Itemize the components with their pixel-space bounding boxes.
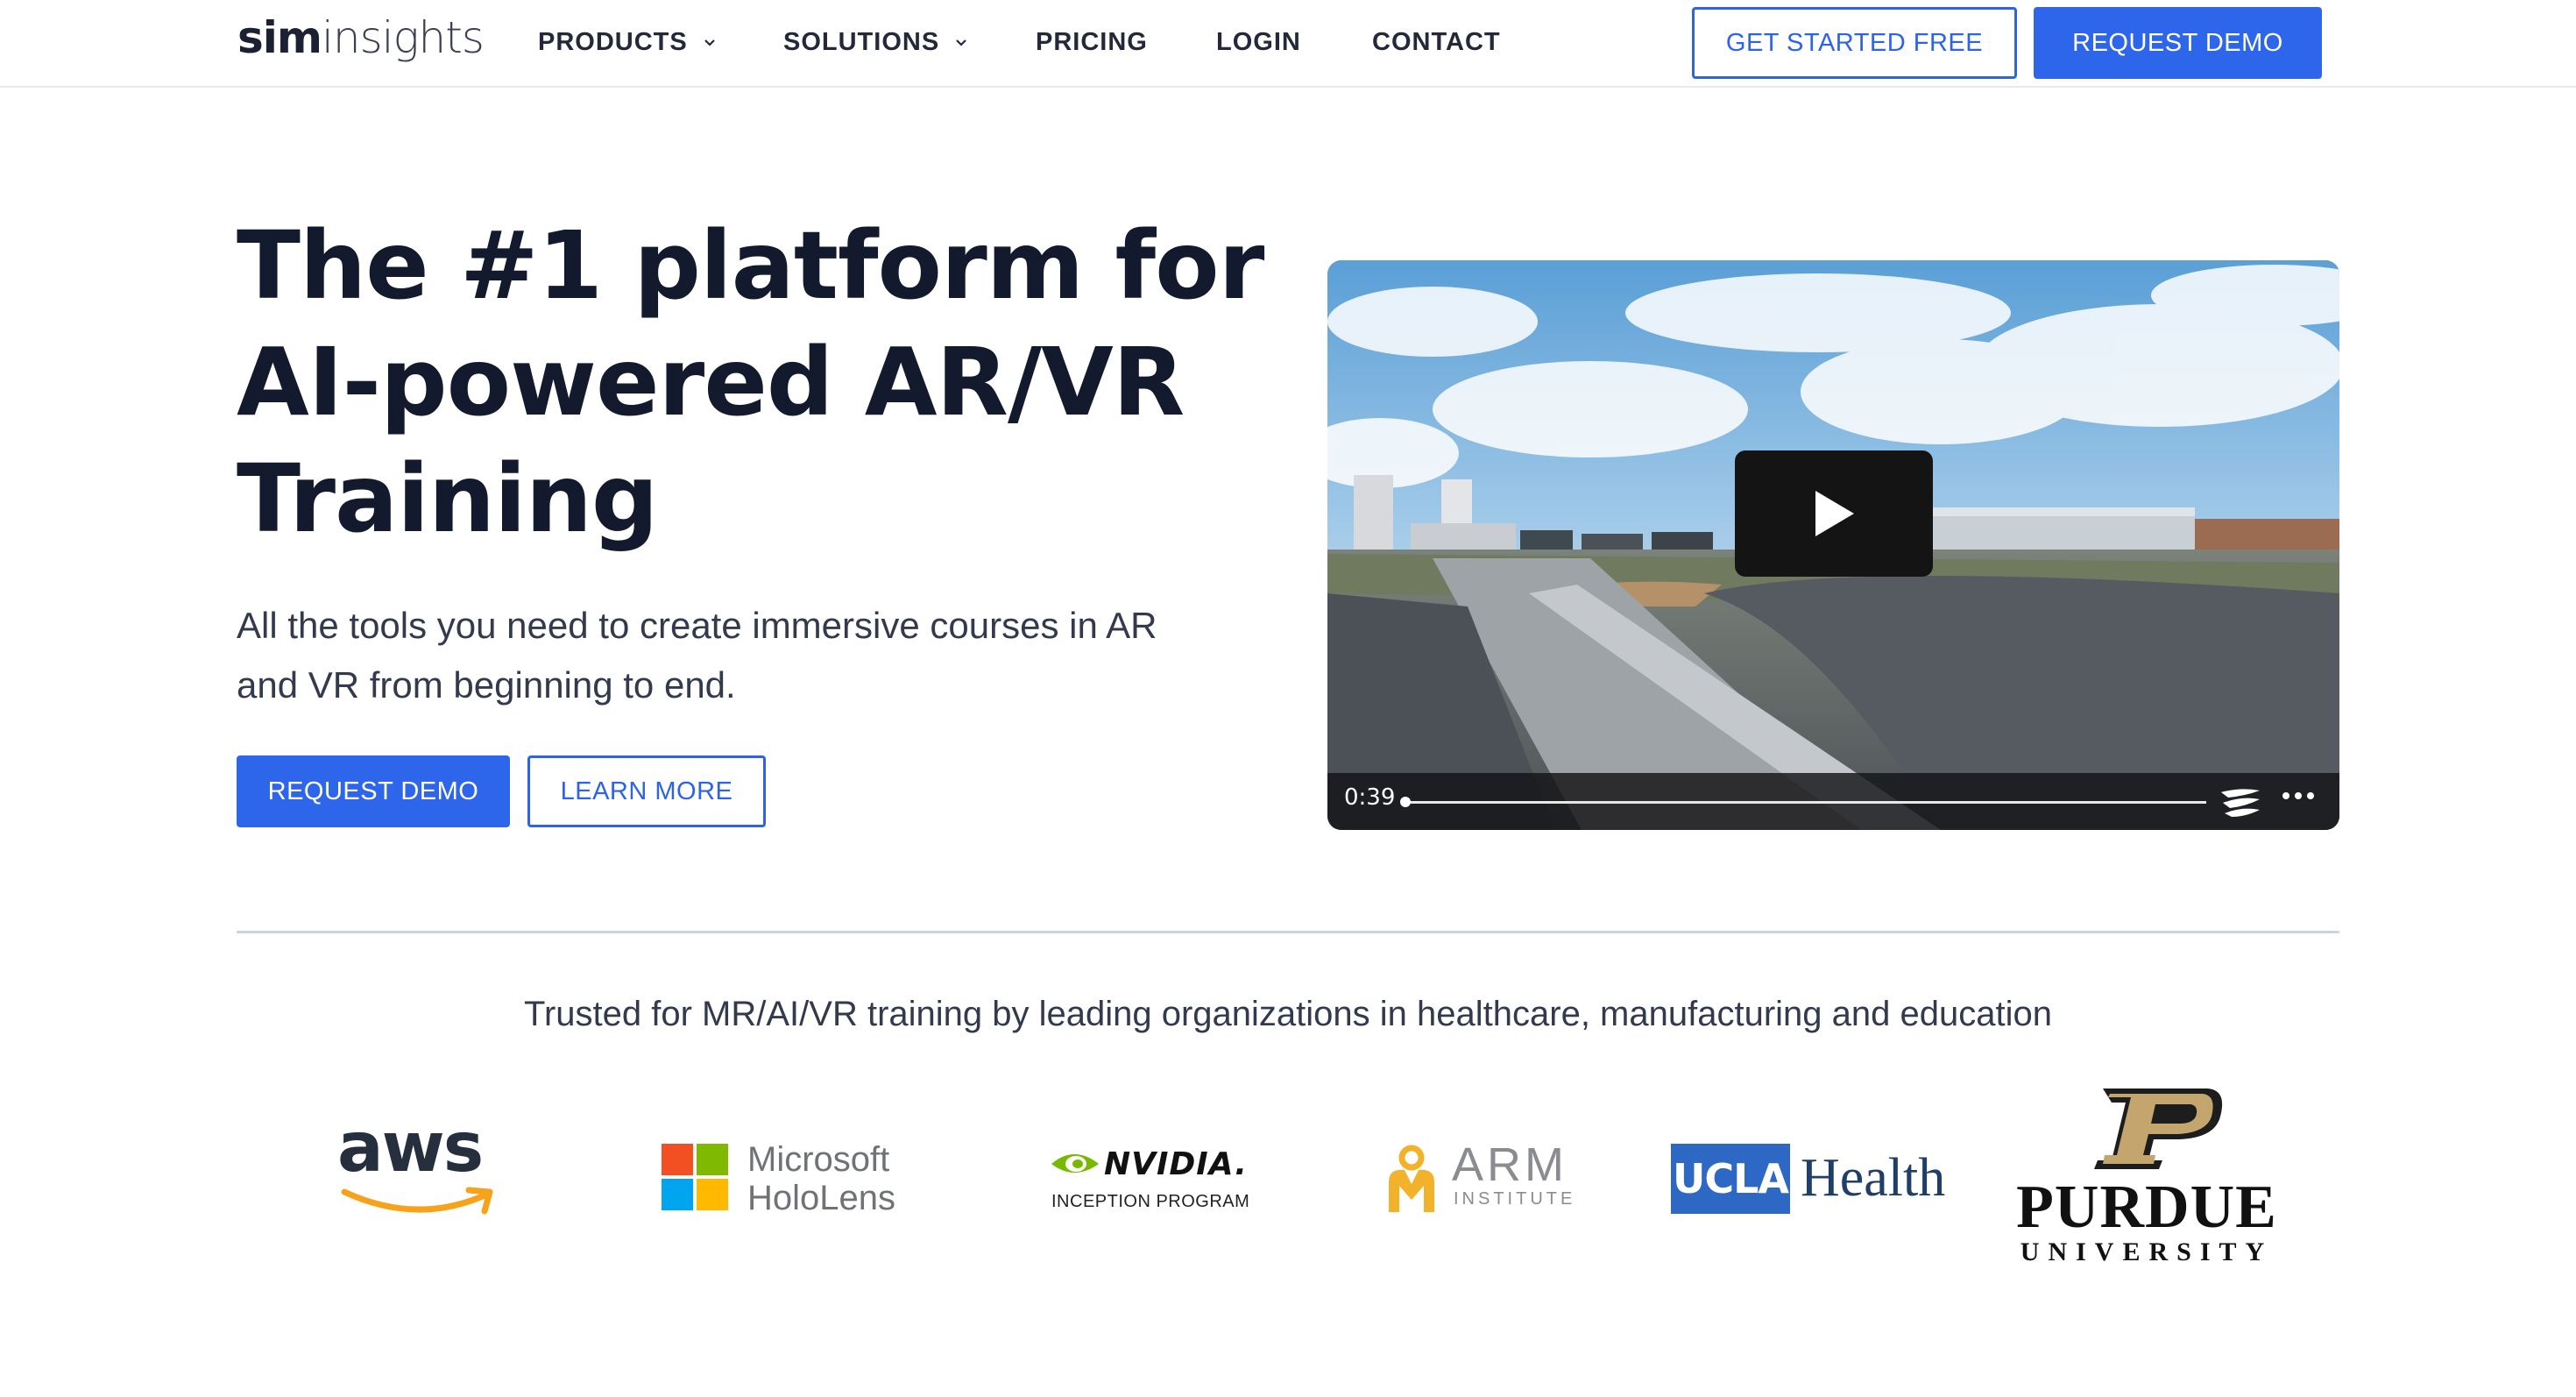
aws-smile-icon bbox=[341, 1187, 493, 1215]
learn-more-button[interactable]: LEARN MORE bbox=[527, 755, 766, 827]
microsoft-hololens-logo: Microsoft HoloLens bbox=[662, 1140, 924, 1217]
nav-products-label: PRODUCTS bbox=[538, 28, 688, 56]
health-text: Health bbox=[1801, 1148, 1946, 1208]
logo-bold-text: sim bbox=[237, 12, 322, 63]
nvidia-text: NVIDIA. bbox=[1104, 1146, 1248, 1182]
nvidia-inception-logo: NVIDIA. INCEPTION PROGRAM bbox=[1050, 1139, 1251, 1227]
chevron-down-icon bbox=[956, 39, 966, 46]
siminsights-logo[interactable]: sim insights bbox=[237, 12, 485, 74]
purdue-sub-text: UNIVERSITY bbox=[2020, 1237, 2274, 1266]
progress-track[interactable] bbox=[1401, 801, 2206, 804]
ucla-health-logo: UCLA Health bbox=[1671, 1144, 1945, 1214]
hero-subtitle-line: All the tools you need to create immersi… bbox=[237, 605, 1157, 646]
hero-title-line: Training bbox=[237, 445, 659, 554]
top-navigation: sim insights PRODUCTS SOLUTIONS PRICING L… bbox=[0, 0, 2576, 88]
microsoft-text: Microsoft bbox=[747, 1140, 890, 1179]
microsoft-squares-icon bbox=[662, 1144, 728, 1210]
arm-institute-logo: ARM INSTITUTE bbox=[1380, 1140, 1576, 1214]
logo-light-text: insights bbox=[322, 12, 485, 63]
hero-title-line: AI-powered AR/VR bbox=[237, 329, 1185, 437]
nvidia-sub-text: INCEPTION PROGRAM bbox=[1051, 1192, 1250, 1211]
video-time: 0:39 bbox=[1344, 784, 1396, 811]
arm-figure-icon bbox=[1389, 1145, 1434, 1212]
nav-solutions-label: SOLUTIONS bbox=[783, 28, 940, 56]
more-options-icon[interactable] bbox=[2282, 792, 2314, 799]
hero-subtitle-line: and VR from beginning to end. bbox=[237, 664, 736, 706]
arm-sub-text: INSTITUTE bbox=[1454, 1189, 1576, 1209]
nav-contact[interactable]: CONTACT bbox=[1372, 28, 1501, 57]
play-icon bbox=[1815, 491, 1854, 536]
nav-products[interactable]: PRODUCTS bbox=[538, 28, 716, 57]
trusted-heading: Trusted for MR/AI/VR training by leading… bbox=[524, 995, 2052, 1033]
nav-pricing[interactable]: PRICING bbox=[1036, 28, 1148, 57]
hero-title: The #1 platform for AI-powered AR/VR Tra… bbox=[237, 209, 1288, 558]
nav-request-demo-button[interactable]: REQUEST DEMO bbox=[2034, 7, 2322, 79]
video-player[interactable]: 0:39 bbox=[1327, 260, 2339, 830]
hololens-text: HoloLens bbox=[747, 1179, 896, 1217]
video-controls: 0:39 bbox=[1327, 773, 2339, 830]
ucla-text: UCLA bbox=[1671, 1144, 1790, 1214]
chevron-down-icon bbox=[704, 39, 715, 46]
purdue-university-logo: PURDUE UNIVERSITY bbox=[2006, 1083, 2287, 1267]
nav-solutions[interactable]: SOLUTIONS bbox=[783, 28, 967, 57]
get-started-free-button[interactable]: GET STARTED FREE bbox=[1692, 7, 2017, 79]
play-button[interactable] bbox=[1735, 450, 1933, 577]
section-divider bbox=[237, 931, 2339, 933]
arm-text: ARM bbox=[1452, 1138, 1568, 1191]
player-brand-icon[interactable] bbox=[2219, 785, 2261, 819]
nvidia-eye-icon bbox=[1051, 1154, 1099, 1173]
purdue-p-icon bbox=[2094, 1089, 2223, 1169]
hero-title-line: The #1 platform for bbox=[237, 212, 1264, 321]
nav-login[interactable]: LOGIN bbox=[1216, 28, 1301, 57]
purdue-text: PURDUE bbox=[2016, 1174, 2277, 1241]
hero-request-demo-button[interactable]: REQUEST DEMO bbox=[237, 755, 510, 827]
aws-logo: aws bbox=[337, 1113, 504, 1236]
progress-knob[interactable] bbox=[1399, 797, 1411, 807]
hero-subtitle: All the tools you need to create immersi… bbox=[237, 596, 1235, 715]
aws-logo-text: aws bbox=[337, 1109, 484, 1188]
